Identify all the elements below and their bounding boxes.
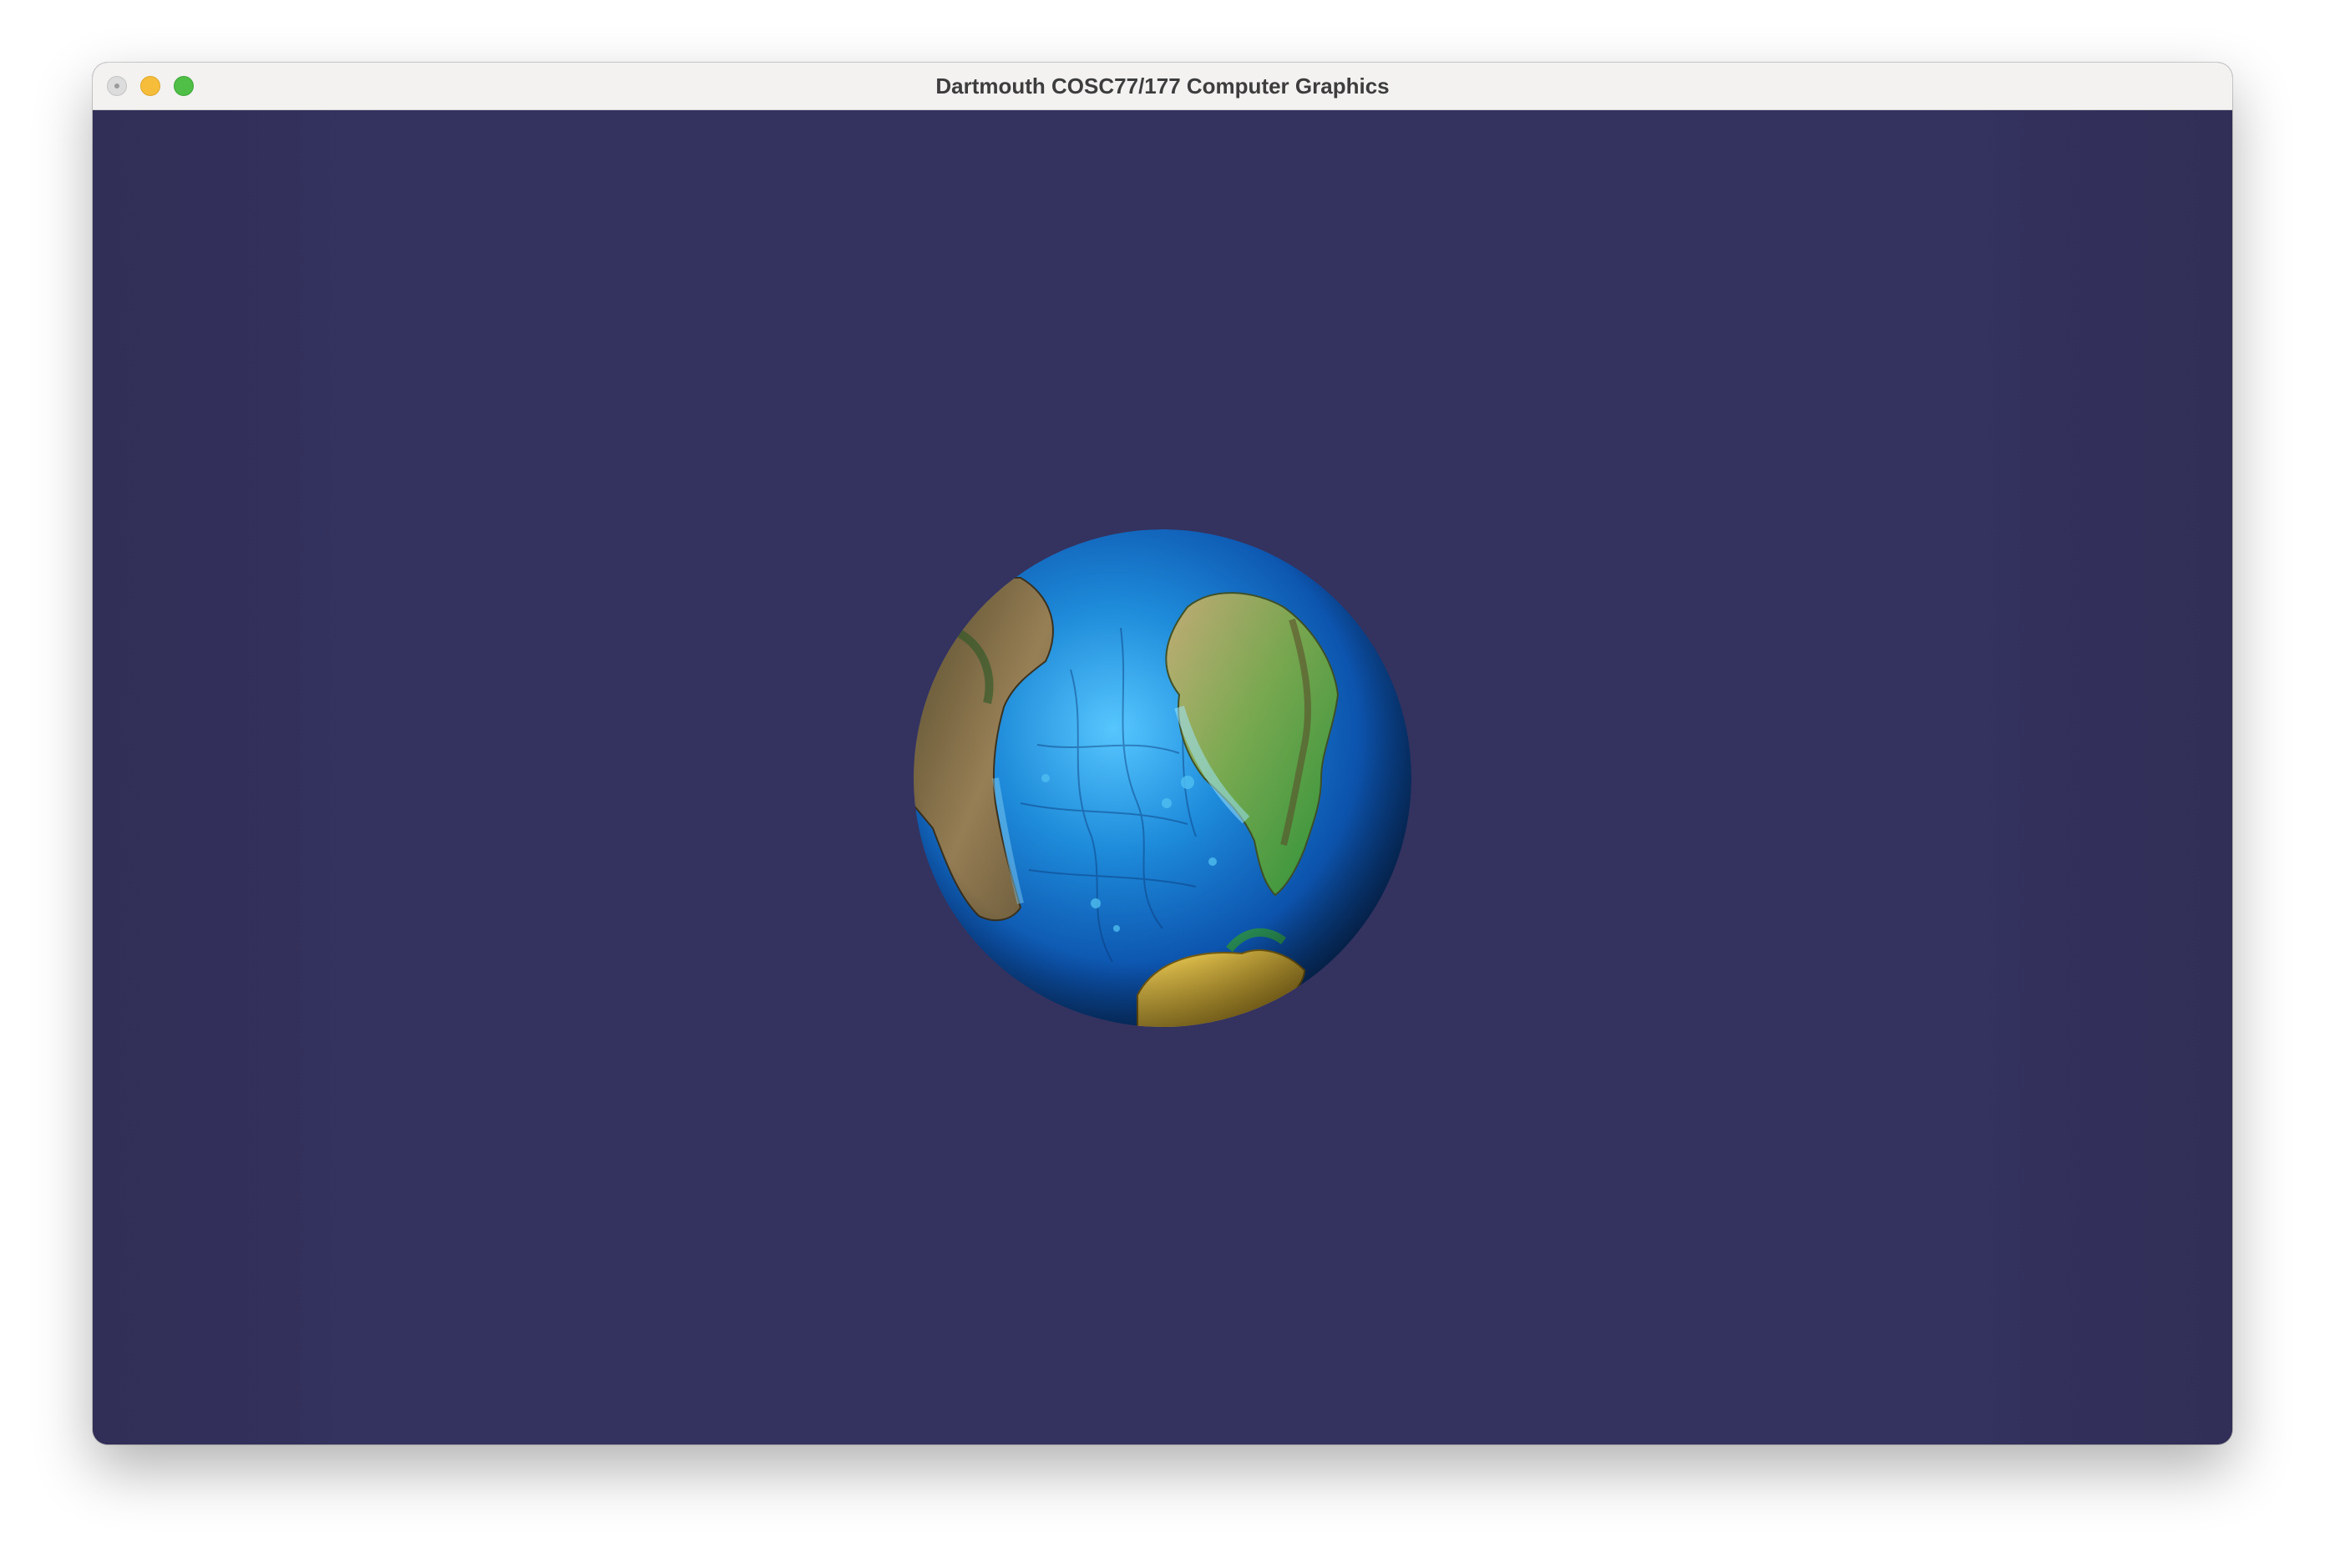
render-viewport[interactable]	[93, 110, 2232, 1444]
app-window: Dartmouth COSC77/177 Computer Graphics	[93, 63, 2232, 1444]
earth-globe[interactable]	[912, 528, 1413, 1029]
globe-graphic	[914, 529, 1411, 1027]
title-bar[interactable]: Dartmouth COSC77/177 Computer Graphics	[93, 63, 2232, 110]
window-title: Dartmouth COSC77/177 Computer Graphics	[935, 73, 1390, 99]
